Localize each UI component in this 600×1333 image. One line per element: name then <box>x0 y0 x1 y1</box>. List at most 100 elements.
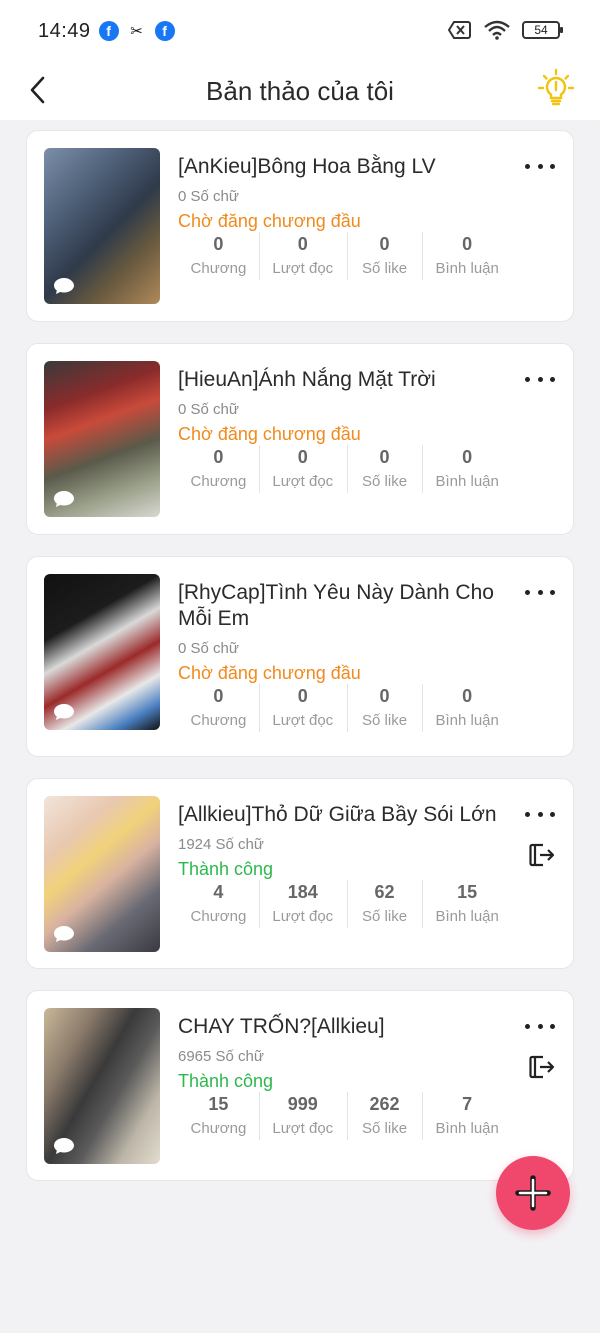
book-cover-image[interactable] <box>44 1008 160 1164</box>
stat-label: Chương <box>190 1120 247 1137</box>
stat-chapters: 4 Chương <box>178 880 259 925</box>
stat-value: 0 <box>213 686 224 706</box>
battery-level: 54 <box>534 23 548 37</box>
comment-bubble-icon <box>54 491 74 507</box>
stat-value: 0 <box>462 447 473 467</box>
plus-icon <box>515 1175 551 1211</box>
more-dots-icon <box>537 811 543 817</box>
stat-value: 184 <box>287 882 318 902</box>
more-options-button[interactable] <box>525 807 555 821</box>
draft-card[interactable]: [HieuAn]Ánh Nắng Mặt Trời 0 Số chữ Chờ đ… <box>26 343 574 535</box>
stat-comments: 7 Bình luận <box>422 1092 512 1140</box>
export-icon <box>529 1055 555 1079</box>
comment-bubble-icon <box>54 926 74 942</box>
stat-value: 0 <box>462 234 473 254</box>
book-cover-image[interactable] <box>44 574 160 730</box>
stat-label: Chương <box>190 712 247 729</box>
add-draft-button[interactable] <box>496 1156 570 1230</box>
publish-status: Chờ đăng chương đầu <box>178 211 361 231</box>
more-options-button[interactable] <box>525 159 555 173</box>
more-dots-icon <box>525 811 530 817</box>
draft-info: CHAY TRỐN?[Allkieu] 6965 Số chữ Thành cô… <box>178 1008 556 1140</box>
stat-value: 0 <box>297 447 308 467</box>
stat-value: 262 <box>369 1094 400 1114</box>
capcut-notification-icon: ✂ <box>130 23 143 40</box>
back-button[interactable] <box>22 70 52 110</box>
more-dots-icon <box>537 1023 543 1029</box>
book-cover-image[interactable] <box>44 148 160 304</box>
draft-stats: 15 Chương 999 Lượt đọc 262 Số like 7 Bìn… <box>178 1092 512 1140</box>
stat-value: 62 <box>374 882 395 902</box>
stat-likes: 0 Số like <box>346 445 423 493</box>
stat-likes: 0 Số like <box>346 232 423 280</box>
book-cover-image[interactable] <box>44 796 160 952</box>
stat-reads: 0 Lượt đọc <box>258 445 347 493</box>
stat-comments: 0 Bình luận <box>422 232 512 280</box>
publish-status: Chờ đăng chương đầu <box>178 424 361 444</box>
draft-card[interactable]: [AnKieu]Bông Hoa Bằng LV 0 Số chữ Chờ đă… <box>26 130 574 322</box>
more-dots-icon <box>537 376 543 382</box>
comment-bubble-icon <box>54 1138 74 1154</box>
more-dots-icon <box>525 1023 530 1029</box>
draft-info: [AnKieu]Bông Hoa Bằng LV 0 Số chữ Chờ đă… <box>178 148 556 280</box>
draft-title[interactable]: [RhyCap]Tình Yêu Này Dành Cho Mỗi Em <box>178 574 512 632</box>
stat-comments: 0 Bình luận <box>422 445 512 493</box>
draft-stats: 0 Chương 0 Lượt đọc 0 Số like 0 Bình luậ… <box>178 445 512 493</box>
stat-reads: 999 Lượt đọc <box>258 1092 347 1140</box>
stat-label: Lượt đọc <box>272 473 334 490</box>
draft-card[interactable]: [RhyCap]Tình Yêu Này Dành Cho Mỗi Em 0 S… <box>26 556 574 757</box>
more-options-button[interactable] <box>525 1019 555 1033</box>
stat-value: 0 <box>379 447 390 467</box>
stat-label: Lượt đọc <box>272 260 334 277</box>
more-dots-icon <box>550 1023 555 1029</box>
stat-label: Bình luận <box>435 908 499 925</box>
stat-chapters: 15 Chương <box>178 1092 259 1137</box>
more-options-button[interactable] <box>525 372 555 386</box>
stat-value: 15 <box>457 882 478 902</box>
stat-chapters: 0 Chương <box>178 684 259 729</box>
stat-likes: 262 Số like <box>346 1092 423 1140</box>
word-count: 1924 Số chữ <box>178 836 264 853</box>
more-dots-icon <box>550 163 555 169</box>
stat-label: Bình luận <box>435 260 499 277</box>
draft-title[interactable]: [Allkieu]Thỏ Dữ Giữa Bầy Sói Lớn <box>178 796 512 828</box>
word-count: 0 Số chữ <box>178 401 239 418</box>
stat-reads: 0 Lượt đọc <box>258 232 347 280</box>
draft-stats: 0 Chương 0 Lượt đọc 0 Số like 0 Bình luậ… <box>178 232 512 280</box>
chevron-left-icon <box>30 76 45 104</box>
more-options-button[interactable] <box>525 585 555 599</box>
book-cover-image[interactable] <box>44 361 160 517</box>
export-button[interactable] <box>527 841 555 869</box>
more-dots-icon <box>525 163 530 169</box>
stat-label: Số like <box>362 473 408 490</box>
draft-title[interactable]: CHAY TRỐN?[Allkieu] <box>178 1008 512 1040</box>
draft-info: [RhyCap]Tình Yêu Này Dành Cho Mỗi Em 0 S… <box>178 574 556 732</box>
more-dots-icon <box>537 163 543 169</box>
export-button[interactable] <box>527 1053 555 1081</box>
stat-label: Bình luận <box>435 473 499 490</box>
facebook-notification-icon: f <box>154 21 175 41</box>
stat-label: Lượt đọc <box>272 908 334 925</box>
app-header: Bản thảo của tôi <box>0 62 600 120</box>
stat-comments: 15 Bình luận <box>422 880 512 928</box>
stat-label: Lượt đọc <box>272 1120 334 1137</box>
notification-icons: f ✂ f <box>98 21 175 41</box>
comment-bubble-icon <box>54 278 74 294</box>
status-bar: 14:49 f ✂ f 54 <box>0 0 600 62</box>
stat-comments: 0 Bình luận <box>422 684 512 732</box>
more-dots-icon <box>525 589 530 595</box>
stat-value: 7 <box>462 1094 473 1114</box>
stat-label: Bình luận <box>435 1120 499 1137</box>
publish-status: Thành công <box>178 1071 274 1091</box>
draft-card[interactable]: [Allkieu]Thỏ Dữ Giữa Bầy Sói Lớn 1924 Số… <box>26 778 574 969</box>
word-count: 6965 Số chữ <box>178 1048 264 1065</box>
export-icon <box>529 843 555 867</box>
draft-info: [HieuAn]Ánh Nắng Mặt Trời 0 Số chữ Chờ đ… <box>178 361 556 493</box>
draft-title[interactable]: [AnKieu]Bông Hoa Bằng LV <box>178 148 512 180</box>
draft-title[interactable]: [HieuAn]Ánh Nắng Mặt Trời <box>178 361 512 393</box>
draft-card[interactable]: CHAY TRỐN?[Allkieu] 6965 Số chữ Thành cô… <box>26 990 574 1181</box>
stat-value: 0 <box>213 234 224 254</box>
tips-button[interactable] <box>536 68 576 108</box>
stat-value: 999 <box>287 1094 318 1114</box>
stat-label: Số like <box>362 260 408 277</box>
